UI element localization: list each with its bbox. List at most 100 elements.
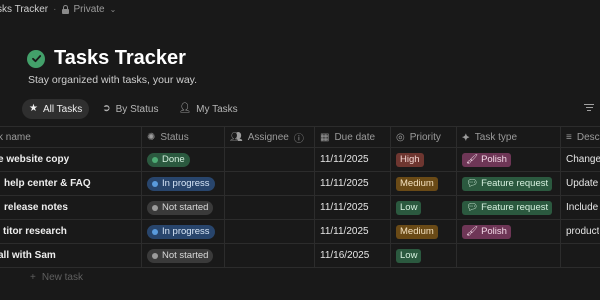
priority-badge: Medium xyxy=(396,176,438,191)
table-header: k name ✺ Status 👥︎ Assignee ⓘ ▦ Due date… xyxy=(0,127,600,147)
description[interactable]: Change xyxy=(566,148,600,171)
column-label: Task type xyxy=(474,131,518,143)
type-label: Polish xyxy=(481,226,507,237)
tab-my-tasks[interactable]: 👤︎ My Tasks xyxy=(171,99,244,119)
priority-cell[interactable]: Low xyxy=(396,244,422,267)
status-dot xyxy=(152,156,158,163)
new-task-button[interactable]: + New task xyxy=(30,272,83,283)
table-row[interactable]: e website copy Done 11/11/2025 High 🖌︎ P… xyxy=(0,148,600,171)
column-header-name[interactable]: k name xyxy=(0,127,31,147)
new-task-label: New task xyxy=(41,272,83,283)
column-label: Status xyxy=(160,131,189,143)
task-name[interactable]: all with Sam xyxy=(0,244,56,267)
shapes-icon: ⯌ xyxy=(462,131,470,143)
plus-icon: + xyxy=(30,272,36,283)
status-badge: Not started xyxy=(147,200,214,215)
status-badge: Not started xyxy=(147,248,214,263)
priority-badge: Medium xyxy=(396,224,438,239)
priority-cell[interactable]: High xyxy=(396,148,424,171)
calendar-icon: ▦ xyxy=(320,131,330,143)
priority-cell[interactable]: Medium xyxy=(396,172,438,195)
due-date[interactable]: 11/11/2025 xyxy=(320,148,369,171)
text-lines-icon: ≡ xyxy=(566,131,572,143)
column-header-assignee[interactable]: 👥︎ Assignee ⓘ xyxy=(230,127,304,147)
type-label: Feature request xyxy=(481,178,549,189)
task-type-cell[interactable]: 🖌︎ Polish xyxy=(462,148,511,171)
column-label: Assignee xyxy=(247,131,289,143)
table-row[interactable]: all with Sam Not started 11/16/2025 Low xyxy=(0,244,600,267)
task-type-cell[interactable]: 🖌︎ Polish xyxy=(462,220,511,243)
status-dot xyxy=(152,228,158,235)
priority-badge: High xyxy=(396,152,424,167)
type-label: Feature request xyxy=(481,202,549,213)
brush-icon: 🖌︎ xyxy=(466,226,479,237)
privacy-label: Private xyxy=(73,3,105,15)
people-icon: 👥︎ xyxy=(230,131,243,143)
title-row: Tasks Tracker xyxy=(27,47,186,70)
column-header-due-date[interactable]: ▦ Due date xyxy=(320,127,375,147)
task-type-cell[interactable]: 💬︎ Feature request xyxy=(462,196,553,219)
type-badge: 🖌︎ Polish xyxy=(462,224,511,239)
status-icon: ✺ xyxy=(147,131,156,143)
due-date[interactable]: 11/16/2025 xyxy=(320,244,369,267)
speech-bubble-icon: 💬︎ xyxy=(466,178,479,189)
check-circle-icon xyxy=(27,49,45,68)
description[interactable]: product xyxy=(566,220,599,243)
status-cell[interactable]: Done xyxy=(147,148,190,171)
chevron-down-icon: ⌄ xyxy=(109,4,117,14)
column-label: Priority xyxy=(409,131,441,143)
priority-badge: Low xyxy=(396,248,422,263)
task-name[interactable]: titor research xyxy=(3,220,67,243)
tab-by-status[interactable]: ➲ By Status xyxy=(95,99,165,119)
status-label: Not started xyxy=(162,202,209,213)
description[interactable]: Update s xyxy=(566,172,600,195)
column-label: Desc xyxy=(576,131,600,143)
table-row[interactable]: titor research In progress 11/11/2025 Me… xyxy=(0,220,600,243)
tab-label: By Status xyxy=(115,103,159,115)
due-date[interactable]: 11/11/2025 xyxy=(320,172,369,195)
due-date[interactable]: 11/11/2025 xyxy=(320,196,369,219)
status-cell[interactable]: In progress xyxy=(147,220,215,243)
status-badge: In progress xyxy=(147,224,215,239)
tab-label: My Tasks xyxy=(196,103,238,115)
lock-icon xyxy=(61,4,70,14)
breadcrumb[interactable]: sks Tracker xyxy=(0,4,48,15)
task-name[interactable]: help center & FAQ xyxy=(4,172,91,195)
page-subtitle: Stay organized with tasks, your way. xyxy=(28,74,198,86)
status-label: Done xyxy=(162,154,185,165)
row-divider xyxy=(0,267,600,268)
priority-cell[interactable]: Medium xyxy=(396,220,438,243)
privacy-menu[interactable]: Private ⌄ xyxy=(61,4,116,15)
description[interactable]: Include p xyxy=(566,196,600,219)
status-cell[interactable]: Not started xyxy=(147,244,214,267)
filter-icon[interactable] xyxy=(584,104,594,112)
column-label: k name xyxy=(0,131,31,143)
status-label: In progress xyxy=(162,226,210,237)
info-icon: ⓘ xyxy=(293,133,304,145)
status-cell[interactable]: Not started xyxy=(147,196,214,219)
target-icon: ◎ xyxy=(396,131,405,143)
column-header-priority[interactable]: ◎ Priority xyxy=(396,127,441,147)
star-icon: ★ xyxy=(29,103,38,114)
task-type-cell[interactable]: 💬︎ Feature request xyxy=(462,172,553,195)
speech-bubble-icon: 💬︎ xyxy=(466,202,479,213)
table-row[interactable]: help center & FAQ In progress 11/11/2025… xyxy=(0,172,600,195)
table-row[interactable]: release notes Not started 11/11/2025 Low… xyxy=(0,196,600,219)
column-header-description[interactable]: ≡ Desc xyxy=(566,127,600,147)
task-name[interactable]: release notes xyxy=(4,196,68,219)
person-icon: 👤︎ xyxy=(178,103,192,114)
status-dot xyxy=(152,204,158,211)
column-header-task-type[interactable]: ⯌ Task type xyxy=(462,127,517,147)
page-title: Tasks Tracker xyxy=(54,47,186,69)
type-badge: 💬︎ Feature request xyxy=(462,176,553,191)
tab-label: All Tasks xyxy=(42,103,83,115)
view-tabs: ★ All Tasks ➲ By Status 👤︎ My Tasks xyxy=(22,99,245,119)
status-badge: In progress xyxy=(147,176,215,191)
task-name[interactable]: e website copy xyxy=(0,148,69,171)
priority-cell[interactable]: Low xyxy=(396,196,422,219)
tab-all-tasks[interactable]: ★ All Tasks xyxy=(22,99,90,119)
status-cell[interactable]: In progress xyxy=(147,172,215,195)
status-label: In progress xyxy=(162,178,210,189)
due-date[interactable]: 11/11/2025 xyxy=(320,220,369,243)
column-header-status[interactable]: ✺ Status xyxy=(147,127,189,147)
